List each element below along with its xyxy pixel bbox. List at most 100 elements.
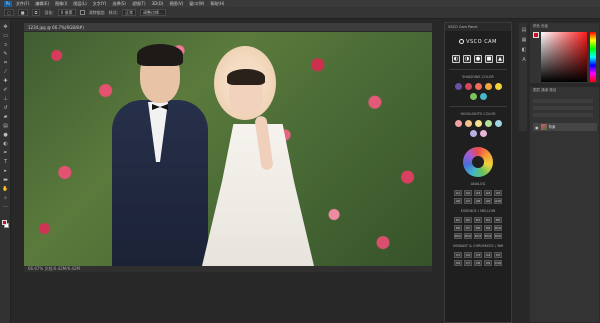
move-tool-icon[interactable]: ✥ [2, 24, 9, 30]
properties-panel-icon[interactable]: ▦ [521, 37, 527, 43]
clone-stamp-tool-icon[interactable]: ⊥ [2, 96, 9, 102]
marquee-tool-icon[interactable]: ▭ [2, 33, 9, 39]
preset-button[interactable]: E10 [494, 225, 502, 231]
shadow-swatch[interactable] [474, 83, 482, 90]
highlight-swatch[interactable] [469, 130, 477, 137]
preset-button[interactable]: C9 [484, 260, 492, 266]
lasso-tool-icon[interactable]: ↄ [2, 42, 9, 48]
crop-tool-icon[interactable]: ⌗ [2, 60, 9, 66]
preset-button[interactable]: A2 [464, 190, 472, 196]
preset-button[interactable]: E15 [494, 233, 502, 239]
preset-button[interactable]: C7 [464, 260, 472, 266]
preset-button[interactable]: A4 [484, 190, 492, 196]
adjustments-panel-icon[interactable]: ◧ [521, 47, 527, 53]
preset-button[interactable]: C4 [484, 252, 492, 258]
preset-button[interactable]: C3 [474, 252, 482, 258]
highlight-swatch[interactable] [474, 120, 482, 127]
preset-button[interactable]: A1 [454, 190, 462, 196]
preset-button[interactable]: A6 [454, 198, 462, 204]
menu-layer[interactable]: 图层(L) [73, 1, 86, 7]
menu-help[interactable]: 帮助(H) [210, 1, 224, 7]
highlight-swatch[interactable] [494, 120, 502, 127]
highlight-swatch[interactable] [479, 130, 487, 137]
color-picker-field[interactable] [541, 32, 587, 82]
healing-brush-tool-icon[interactable]: ✚ [2, 78, 9, 84]
marquee-tool-preset-icon[interactable]: ▢ [4, 9, 14, 16]
filled-circle-icon[interactable]: ● [474, 55, 482, 63]
preset-button[interactable]: C2 [464, 252, 472, 258]
preset-button[interactable]: E14 [484, 233, 492, 239]
history-brush-tool-icon[interactable]: ↺ [2, 105, 9, 111]
shape-tool-icon[interactable]: ▬ [2, 177, 9, 183]
preset-button[interactable]: E3 [474, 217, 482, 223]
preset-button[interactable]: C5 [494, 252, 502, 258]
highlight-swatch[interactable] [454, 120, 462, 127]
dodge-tool-icon[interactable]: ◐ [2, 141, 9, 147]
shadow-swatch[interactable] [454, 83, 462, 90]
preset-button[interactable]: C8 [474, 260, 482, 266]
new-selection-icon[interactable]: ■ [17, 9, 28, 16]
preset-button[interactable]: C1 [454, 252, 462, 258]
preset-button[interactable]: C10 [494, 260, 502, 266]
preset-button[interactable]: E2 [464, 217, 472, 223]
gradient-tool-icon[interactable]: ▤ [2, 123, 9, 129]
preset-button[interactable]: E9 [484, 225, 492, 231]
zoom-tool-icon[interactable]: ⌕ [2, 195, 9, 201]
menu-select[interactable]: 选择(S) [112, 1, 126, 7]
preset-button[interactable]: A5 [494, 190, 502, 196]
preset-button[interactable]: A3 [474, 190, 482, 196]
triangle-icon[interactable]: ▲ [496, 55, 504, 63]
history-panel-icon[interactable]: ▤ [521, 27, 527, 33]
preset-button[interactable]: C6 [454, 260, 462, 266]
menu-3d[interactable]: 3D(D) [152, 1, 164, 6]
contrast-icon[interactable]: ◐ [452, 55, 460, 63]
blur-tool-icon[interactable]: ● [2, 132, 9, 138]
status-zoom[interactable]: 66.67% [28, 266, 43, 271]
document-tab[interactable]: 1234.jpg @ 66.7%(RGB/8#) [24, 23, 432, 32]
path-select-tool-icon[interactable]: ▸ [2, 168, 9, 174]
menu-view[interactable]: 视图(V) [169, 1, 183, 7]
more-tools-icon[interactable]: ⋯ [2, 204, 9, 210]
preset-button[interactable]: E13 [474, 233, 482, 239]
highlight-swatch[interactable] [464, 120, 472, 127]
foreground-swatch[interactable] [533, 32, 539, 38]
menu-filter[interactable]: 滤镜(T) [132, 1, 146, 7]
preset-button[interactable]: E11 [454, 233, 462, 239]
quick-select-tool-icon[interactable]: ✎ [2, 51, 9, 57]
preset-button[interactable]: E12 [464, 233, 472, 239]
preset-button[interactable]: E5 [494, 217, 502, 223]
feather-input[interactable]: 0 像素 [57, 9, 76, 16]
preset-button[interactable]: E7 [464, 225, 472, 231]
menu-image[interactable]: 图像(I) [55, 1, 67, 7]
highlight-swatch[interactable] [484, 120, 492, 127]
exposure-icon[interactable]: ◑ [463, 55, 471, 63]
add-selection-icon[interactable]: ⧉ [31, 9, 41, 16]
hue-slider[interactable] [590, 32, 596, 82]
color-panel-tabs[interactable]: 颜色 色板 [530, 23, 599, 29]
eraser-tool-icon[interactable]: ▰ [2, 114, 9, 120]
color-wheel[interactable] [463, 147, 493, 177]
document-canvas[interactable] [24, 32, 432, 266]
shadow-swatch[interactable] [479, 93, 487, 100]
preset-button[interactable]: E8 [474, 225, 482, 231]
shadow-swatch[interactable] [464, 83, 472, 90]
preset-button[interactable]: E1 [454, 217, 462, 223]
foreground-color-swatch[interactable] [2, 220, 7, 225]
menu-file[interactable]: 文件(F) [16, 1, 29, 7]
style-select[interactable]: 正常 [121, 9, 136, 16]
preset-button[interactable]: A10 [494, 198, 502, 204]
type-tool-icon[interactable]: T [2, 159, 9, 165]
layer-row-background[interactable]: ◉ 背景 [533, 123, 597, 131]
layers-panel-tabs[interactable]: 图层 通道 路径 [530, 87, 599, 93]
refine-edge-button[interactable]: 调整边缘... [139, 9, 166, 16]
blend-mode-select[interactable] [533, 99, 593, 103]
preset-button[interactable]: E4 [484, 217, 492, 223]
preset-button[interactable]: E6 [454, 225, 462, 231]
opacity-input[interactable] [533, 106, 593, 110]
hand-tool-icon[interactable]: ✋ [2, 186, 9, 192]
eyedropper-tool-icon[interactable]: ⁄ [2, 69, 9, 75]
preset-button[interactable]: A8 [474, 198, 482, 204]
menu-type[interactable]: 文字(Y) [93, 1, 107, 7]
preset-button[interactable]: A9 [484, 198, 492, 204]
menu-edit[interactable]: 编辑(E) [35, 1, 49, 7]
